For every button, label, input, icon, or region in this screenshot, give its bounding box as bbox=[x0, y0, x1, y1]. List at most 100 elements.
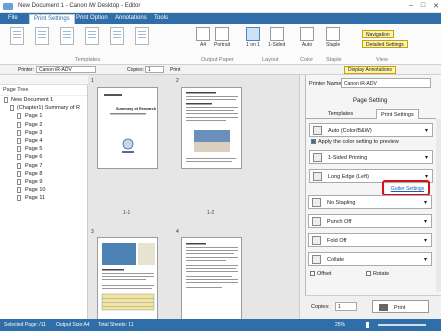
staple-button[interactable]: Staple bbox=[326, 27, 340, 48]
tree-node-page[interactable]: Page 5 bbox=[0, 145, 87, 153]
tree-node-page[interactable]: Page 8 bbox=[0, 170, 87, 178]
sided-button[interactable]: 1-Sided bbox=[268, 27, 285, 48]
punch-dropdown[interactable]: Punch Off ▾ bbox=[308, 214, 432, 228]
tree-node-chapter[interactable]: (Chapter1) Summary of R bbox=[0, 104, 87, 112]
chevron-down-icon: ▾ bbox=[423, 238, 427, 244]
page-content bbox=[186, 243, 238, 288]
fold-dropdown[interactable]: Fold Off ▾ bbox=[308, 233, 432, 247]
tab-print-option[interactable]: Print Option bbox=[72, 14, 112, 24]
tree-node-page[interactable]: Page 7 bbox=[0, 162, 87, 170]
chevron-down-icon: ▾ bbox=[424, 174, 428, 180]
collate-dropdown[interactable]: Collate ▾ bbox=[308, 252, 432, 266]
tab-print-settings-panel[interactable]: Print Settings bbox=[376, 109, 419, 119]
zoom-slider-thumb[interactable] bbox=[366, 322, 369, 328]
page-icon bbox=[17, 195, 21, 202]
page-icon bbox=[17, 162, 21, 169]
page-icon bbox=[17, 121, 21, 128]
page-thumbnail[interactable]: Summary of Research bbox=[97, 87, 158, 169]
template-thumbnail[interactable] bbox=[85, 27, 99, 45]
tab-tools[interactable]: Tools bbox=[150, 14, 172, 24]
tab-print-settings[interactable]: Print Settings bbox=[29, 14, 75, 24]
tree-node-page[interactable]: Page 6 bbox=[0, 153, 87, 161]
template-thumbnail[interactable] bbox=[60, 27, 74, 45]
page-icon bbox=[17, 137, 21, 144]
chapter-number: 2 bbox=[176, 78, 179, 84]
quick-print-bar: Printer: Canon iR-ADV Copies: 1 Print Di… bbox=[0, 65, 441, 75]
fold-icon bbox=[312, 236, 321, 245]
print-footer: Copies: 1 Print bbox=[305, 295, 441, 319]
page-icon bbox=[17, 187, 21, 194]
output-size-status: Output Size:A4 bbox=[56, 322, 90, 328]
page-thumbnail[interactable] bbox=[181, 87, 242, 169]
orientation-button[interactable]: Portrait bbox=[214, 27, 230, 48]
printer-label: Printer: bbox=[18, 67, 35, 73]
display-annotations-toggle[interactable]: Display Annotations bbox=[344, 66, 396, 74]
group-label-templates: Templates bbox=[75, 57, 101, 63]
zoom-slider[interactable] bbox=[378, 324, 426, 326]
page-tree-toolbar bbox=[0, 75, 88, 85]
page-thumbnail[interactable] bbox=[97, 237, 158, 319]
offset-checkbox[interactable]: Offset bbox=[310, 271, 332, 277]
zoom-level: 25% bbox=[335, 322, 346, 328]
page-setting-heading: Page Setting bbox=[353, 98, 388, 104]
tree-node-page[interactable]: Page 3 bbox=[0, 129, 87, 137]
one-sided-icon bbox=[313, 153, 322, 162]
tree-node-document[interactable]: New Document 1 bbox=[0, 96, 87, 104]
window-title: New Document 1 - Canon iW Desktop - Edit… bbox=[18, 3, 141, 9]
panel-copies-input[interactable]: 1 bbox=[335, 302, 357, 311]
tab-file[interactable]: File bbox=[4, 14, 22, 24]
tree-node-page[interactable]: Page 1 bbox=[0, 112, 87, 120]
chevron-down-icon: ▾ bbox=[424, 128, 428, 134]
page-thumbnail[interactable] bbox=[181, 237, 242, 319]
template-thumbnail[interactable] bbox=[35, 27, 49, 45]
color-auto-button[interactable]: Auto bbox=[300, 27, 314, 48]
template-thumbnail[interactable] bbox=[110, 27, 124, 45]
chapter-number: 3 bbox=[91, 229, 94, 235]
group-label-layout: Layout bbox=[262, 57, 279, 63]
printing-method-dropdown[interactable]: 1-Sided Printing ▾ bbox=[309, 150, 433, 164]
page-icon bbox=[17, 170, 21, 177]
apply-color-checkbox[interactable]: Apply the color setting to preview bbox=[311, 139, 399, 145]
rotate-checkbox[interactable]: Rotate bbox=[366, 271, 389, 277]
group-label-color: Color bbox=[300, 57, 314, 63]
stapling-dropdown[interactable]: No Stapling ▾ bbox=[308, 195, 432, 209]
chevron-down-icon: ▾ bbox=[423, 219, 427, 225]
ribbon: Templates A4 Portrait Output Paper 1 on … bbox=[0, 24, 441, 65]
template-gallery bbox=[10, 27, 149, 45]
navigation-toggle[interactable]: Navigation bbox=[362, 30, 394, 38]
close-icon[interactable]: ✕ bbox=[433, 2, 439, 10]
detailed-settings-toggle[interactable]: Detailed Settings bbox=[362, 40, 408, 48]
tree-node-page[interactable]: Page 10 bbox=[0, 186, 87, 194]
copies-input[interactable]: 1 bbox=[145, 66, 164, 73]
chevron-down-icon: ▾ bbox=[423, 200, 427, 206]
page-title: Summary of Research bbox=[116, 107, 157, 111]
tree-node-page[interactable]: Page 11 bbox=[0, 194, 87, 202]
tab-annotations[interactable]: Annotations bbox=[111, 14, 151, 24]
page-preview-canvas[interactable]: 1 2 Summary of Research 1-1 1-2 3 4 bbox=[88, 75, 305, 319]
chapter-number: 4 bbox=[176, 229, 179, 235]
printer-select[interactable]: Canon iR-ADV bbox=[36, 66, 96, 73]
tree-node-page[interactable]: Page 2 bbox=[0, 121, 87, 129]
tree-node-page[interactable]: Page 4 bbox=[0, 137, 87, 145]
total-sheets-status: Total Sheets: 11 bbox=[98, 322, 134, 328]
tree-node-page[interactable]: Page 9 bbox=[0, 178, 87, 186]
color-icon bbox=[313, 126, 322, 135]
page-tree-panel: Page Tree New Document 1 (Chapter1) Summ… bbox=[0, 85, 88, 319]
tab-templates[interactable]: Templates bbox=[324, 109, 357, 119]
printer-name-select[interactable]: Canon iR-ADV bbox=[341, 78, 431, 88]
paper-size-button[interactable]: A4 bbox=[196, 27, 210, 48]
highlight-box bbox=[382, 180, 430, 196]
color-mode-dropdown[interactable]: Auto (Color/B&W) ▾ bbox=[309, 123, 433, 137]
chevron-down-icon: ▾ bbox=[424, 155, 428, 161]
collate-icon bbox=[312, 255, 321, 264]
minimize-icon[interactable]: – bbox=[409, 2, 413, 10]
panel-copies-label: Copies: bbox=[311, 304, 330, 310]
template-thumbnail[interactable] bbox=[10, 27, 24, 45]
print-button[interactable]: Print bbox=[372, 300, 429, 313]
punch-icon bbox=[312, 217, 321, 226]
quick-print-button[interactable]: Print bbox=[170, 67, 180, 73]
maximize-icon[interactable]: □ bbox=[421, 2, 425, 10]
panel-scrollbar[interactable] bbox=[436, 119, 441, 292]
pages-per-sheet-button[interactable]: 1 on 1 bbox=[246, 27, 260, 48]
template-thumbnail[interactable] bbox=[135, 27, 149, 45]
